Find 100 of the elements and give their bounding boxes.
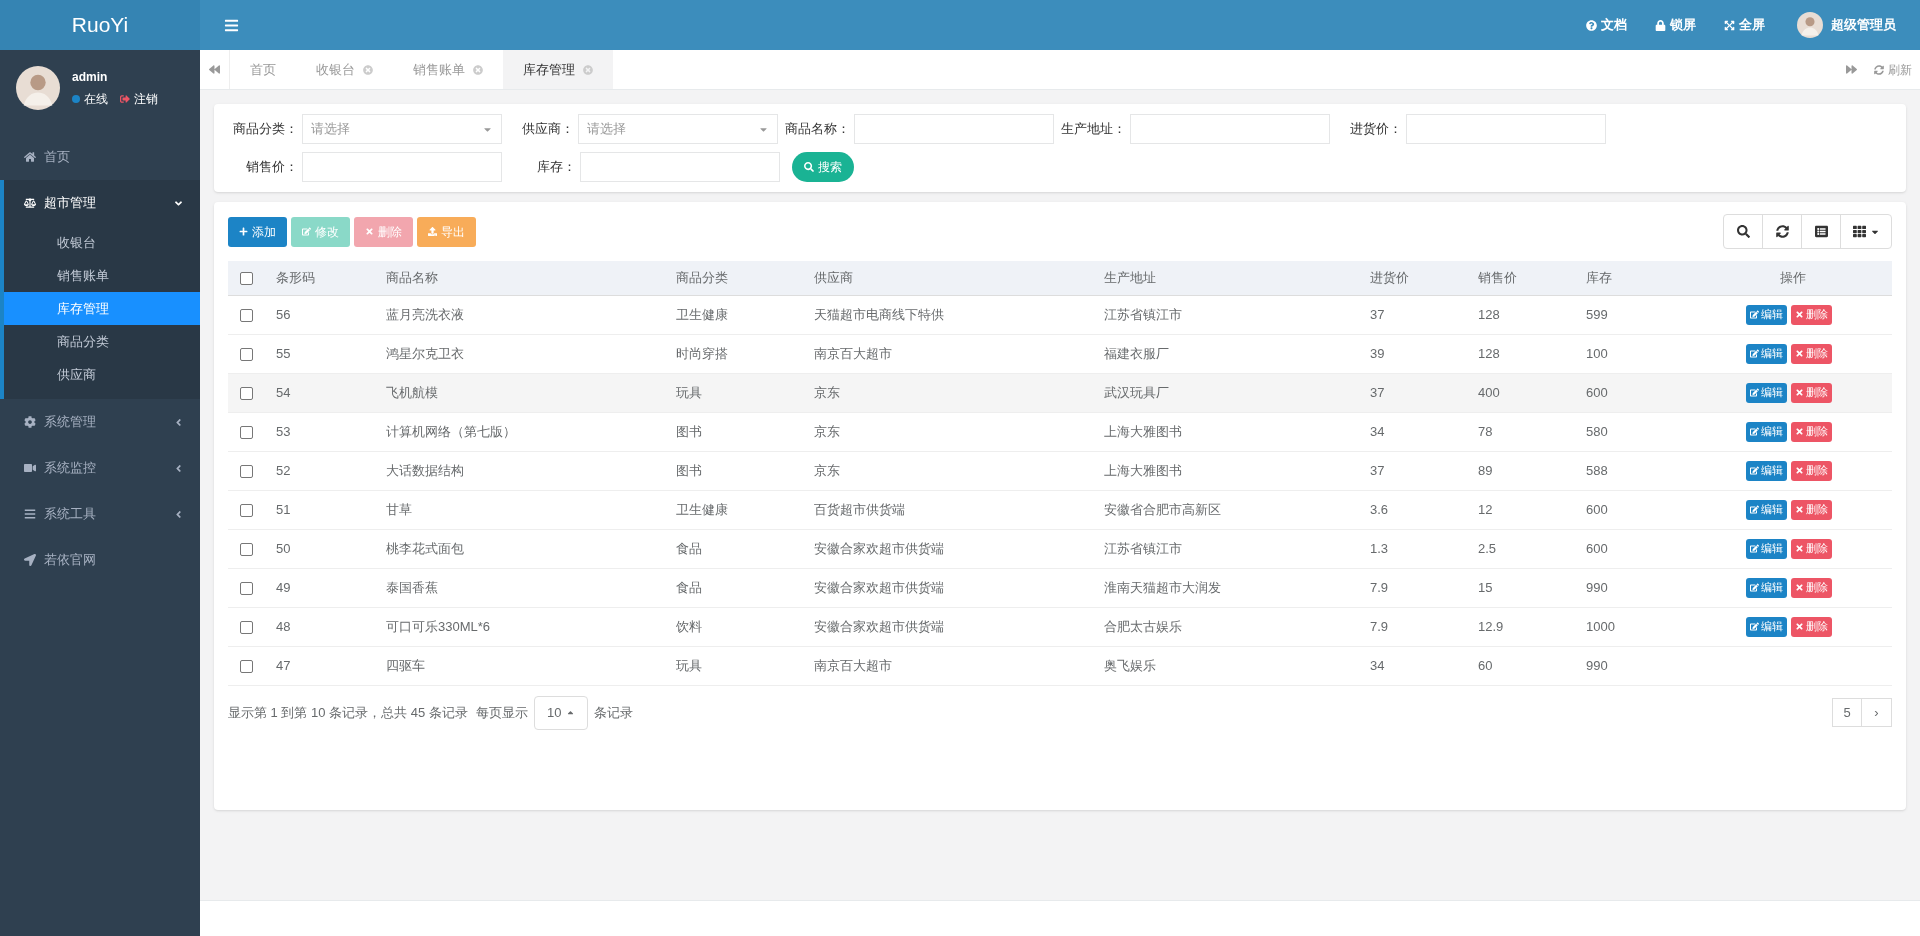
page-link[interactable]: 5 (1832, 698, 1862, 727)
column-header: 商品名称 (386, 270, 438, 285)
row-delete-button[interactable]: 删除 (1791, 343, 1832, 364)
table-cell: 饮料 (676, 618, 702, 634)
row-edit-button[interactable]: 编辑 (1746, 499, 1787, 520)
page-tab[interactable]: 销售账单 (393, 50, 503, 89)
sidebar-subitem[interactable]: 商品分类 (4, 325, 200, 358)
fullscreen-icon (1724, 19, 1735, 31)
row-checkbox[interactable] (240, 464, 253, 478)
table-cell: 食品 (676, 540, 702, 556)
row-edit-button[interactable]: 编辑 (1746, 421, 1787, 442)
menu-icon[interactable] (224, 17, 239, 33)
row-checkbox[interactable] (240, 581, 253, 595)
edit-icon (1750, 544, 1759, 553)
row-checkbox[interactable] (240, 542, 253, 556)
row-checkbox[interactable] (240, 425, 253, 439)
row-delete-button[interactable]: 删除 (1791, 304, 1832, 325)
upload-icon (428, 227, 437, 236)
row-checkbox[interactable] (240, 503, 253, 517)
field-label: 销售价： (245, 158, 299, 177)
row-delete-button[interactable]: 删除 (1791, 577, 1832, 598)
table-cell: 600 (1586, 540, 1608, 556)
table-cell: 600 (1586, 384, 1608, 400)
sidebar-item[interactable]: 首页 (0, 134, 200, 180)
close-icon (1795, 310, 1804, 319)
next-page-link[interactable]: › (1862, 698, 1892, 727)
table-cell: 50 (276, 540, 291, 556)
row-delete-button[interactable]: 删除 (1791, 421, 1832, 442)
row-edit-button[interactable]: 编辑 (1746, 538, 1787, 559)
sidebar-item[interactable]: 超市管理 (4, 180, 200, 226)
input-field[interactable] (1130, 114, 1330, 144)
row-delete-button[interactable]: 删除 (1791, 538, 1832, 559)
input-field[interactable] (302, 152, 502, 182)
sidebar-subitem[interactable]: 库存管理 (4, 292, 200, 325)
row-edit-button[interactable]: 编辑 (1746, 577, 1787, 598)
select-field[interactable]: 请选择 (578, 114, 778, 144)
sidebar-subitem[interactable]: 供应商 (4, 358, 200, 391)
table-cell: 600 (1586, 501, 1608, 517)
sidebar-subitem[interactable]: 销售账单 (4, 259, 200, 292)
video-camera-icon (24, 462, 36, 474)
row-delete-button[interactable]: 删除 (1791, 616, 1832, 637)
table-cell: 合肥太古娱乐 (1104, 618, 1182, 634)
sidebar-item[interactable]: 系统管理 (0, 399, 200, 445)
table-cell: 12 (1478, 501, 1493, 517)
user-menu[interactable]: 超级管理员 (1797, 12, 1896, 38)
table-cell: 玩具 (676, 384, 702, 400)
row-delete-button[interactable]: 删除 (1791, 499, 1832, 520)
table-cell: 39 (1370, 345, 1385, 361)
sidebar-item[interactable]: 系统工具 (0, 491, 200, 537)
sidebar-item[interactable]: 若依官网 (0, 537, 200, 583)
table-cell: 588 (1586, 462, 1608, 478)
table-cell: 图书 (676, 462, 702, 478)
sidebar-subitem[interactable]: 收银台 (4, 226, 200, 259)
double-left-icon (209, 64, 220, 75)
input-field[interactable] (580, 152, 780, 182)
table-cell: 武汉玩具厂 (1104, 384, 1169, 400)
edit-icon (1750, 583, 1759, 592)
row-checkbox[interactable] (240, 659, 253, 673)
page-tab[interactable]: 库存管理 (503, 50, 613, 89)
header-link[interactable]: 全屏 (1724, 15, 1765, 35)
refresh-tab-button[interactable]: 刷新 (1866, 60, 1920, 79)
table-cell: 桃李花式面包 (386, 540, 464, 556)
row-checkbox[interactable] (240, 347, 253, 361)
table-cell: 四驱车 (386, 657, 425, 673)
input-field[interactable] (854, 114, 1054, 144)
page-tab[interactable]: 收银台 (296, 50, 393, 89)
input-field[interactable] (1406, 114, 1606, 144)
table-cell: 990 (1586, 579, 1608, 595)
row-delete-button[interactable]: 删除 (1791, 382, 1832, 403)
table-cell: 大话数据结构 (386, 462, 464, 478)
table-cell: 128 (1478, 306, 1500, 322)
table-cell: 京东 (814, 423, 840, 439)
sidebar-item[interactable]: 系统监控 (0, 445, 200, 491)
table-cell: 12.9 (1478, 618, 1504, 634)
row-edit-button[interactable]: 编辑 (1746, 382, 1787, 403)
row-checkbox[interactable] (240, 386, 253, 400)
header-link[interactable]: 锁屏 (1655, 15, 1696, 35)
add-button[interactable]: 添加 (228, 216, 287, 247)
row-edit-button[interactable]: 编辑 (1746, 304, 1787, 325)
logout-link[interactable]: 注销 (120, 90, 158, 108)
table-cell: 3.6 (1370, 501, 1389, 517)
page-tab[interactable]: 首页 (230, 50, 296, 89)
table-cell: 甘草 (386, 501, 412, 517)
select-field[interactable]: 请选择 (302, 114, 502, 144)
select-all-checkbox[interactable] (240, 272, 253, 286)
row-edit-button[interactable]: 编辑 (1746, 616, 1787, 637)
row-delete-button[interactable]: 删除 (1791, 460, 1832, 481)
gear-icon (24, 416, 36, 428)
search-button[interactable]: 搜索 (792, 152, 854, 182)
page-size-select[interactable]: 10 (533, 695, 588, 730)
page-size-suffix: 条记录 (593, 703, 633, 722)
row-edit-button[interactable]: 编辑 (1746, 460, 1787, 481)
row-checkbox[interactable] (240, 308, 253, 322)
close-icon (1795, 583, 1804, 592)
row-checkbox[interactable] (240, 620, 253, 634)
row-edit-button[interactable]: 编辑 (1746, 343, 1787, 364)
double-right-icon (1845, 64, 1857, 75)
refresh-icon (1775, 225, 1789, 238)
table-cell: 图书 (676, 423, 702, 439)
header-link[interactable]: 文档 (1586, 15, 1627, 35)
